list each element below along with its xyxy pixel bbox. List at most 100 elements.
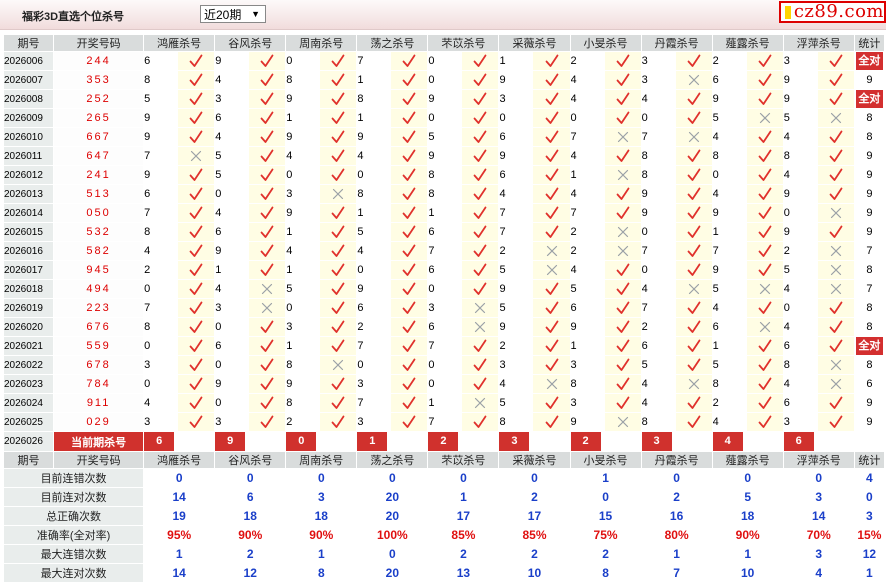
check-icon: [189, 54, 203, 67]
check-icon: [616, 339, 629, 352]
period-cell: 2026016: [2, 241, 55, 261]
check-icon: [545, 358, 558, 371]
check-icon: [758, 54, 772, 67]
check-icon: [260, 111, 274, 124]
cross-icon: [617, 131, 628, 143]
col-expert: 小旻杀号: [569, 34, 642, 52]
check-icon: [616, 320, 629, 333]
kill-value-cell: 4: [782, 165, 818, 185]
result-mark-cell: [319, 336, 358, 356]
period-range-select[interactable]: 近20期 ▼: [200, 5, 266, 23]
result-mark-cell: [319, 241, 358, 261]
check-icon: [331, 111, 345, 124]
check-icon: [402, 244, 416, 257]
result-mark-cell: [674, 127, 713, 147]
result-mark-cell: [319, 222, 358, 242]
kill-value-cell: 4: [214, 279, 250, 299]
check-icon: [758, 244, 772, 257]
result-mark-cell: [532, 374, 571, 394]
result-mark-cell: [816, 374, 855, 394]
current-kill-badge: 1: [357, 432, 388, 451]
check-icon: [331, 396, 345, 409]
check-icon: [402, 396, 416, 409]
cross-icon: [830, 245, 841, 257]
kill-value-cell: 5: [711, 108, 747, 128]
result-mark-cell: [390, 241, 429, 261]
check-icon: [758, 206, 772, 219]
check-icon: [402, 263, 416, 276]
check-icon: [402, 415, 416, 428]
header-row: 期号 开奖号码 鸿雁杀号 谷风杀号 周南杀号 荡之杀号 芣苡杀号 采薇杀号 小旻杀号 丹霞杀号 薤露…: [2, 34, 886, 52]
stats-value-cell: 0: [214, 468, 287, 488]
stat-cell: 7: [853, 279, 886, 299]
current-kill-badge: 6: [144, 432, 175, 451]
cross-icon: [617, 245, 628, 257]
result-mark-cell: [319, 203, 358, 223]
kill-value-cell: 0: [214, 355, 250, 375]
check-icon: [616, 396, 629, 409]
result-mark-cell: [603, 317, 642, 337]
current-kill-cell: 6: [782, 431, 855, 452]
site-logo[interactable]: cz89.com: [779, 1, 886, 23]
cross-icon: [546, 264, 557, 276]
check-icon: [758, 168, 772, 181]
check-icon: [616, 187, 629, 200]
check-icon: [260, 130, 274, 143]
result-mark-cell: [532, 317, 571, 337]
current-kill-badge: 3: [499, 432, 530, 451]
check-icon: [189, 415, 203, 428]
kill-value-cell: 4: [782, 374, 818, 394]
kill-value-cell: 1: [356, 108, 392, 128]
current-kill-label: 当前期杀号: [53, 431, 145, 452]
stat-cell: 全对: [853, 51, 886, 71]
check-icon: [474, 263, 487, 276]
stats-value-cell: 1: [143, 544, 216, 564]
check-icon: [331, 282, 345, 295]
kill-value-cell: 4: [498, 184, 534, 204]
kill-value-cell: 0: [640, 108, 676, 128]
kill-value-cell: 0: [427, 70, 463, 90]
kill-value-cell: 4: [711, 298, 747, 318]
check-icon: [829, 415, 843, 428]
check-icon: [260, 206, 274, 219]
check-icon: [474, 358, 487, 371]
stats-row: 准确率(全对率) 95% 90% 90% 100% 85% 85% 75% 80% 90% 70% 1…: [2, 525, 886, 545]
period-cell: 2026007: [2, 70, 55, 90]
table-row: 2026016 582 4 9 4 4 7 2 2 7 7 2 7: [2, 241, 886, 261]
draw-number-cell: 265: [53, 108, 145, 128]
check-icon: [545, 282, 558, 295]
result-mark-cell: [248, 165, 287, 185]
check-icon: [829, 149, 843, 162]
kill-value-cell: 9: [782, 184, 818, 204]
stats-value-cell: 0: [143, 468, 216, 488]
kill-value-cell: 6: [640, 336, 676, 356]
kill-value-cell: 6: [143, 51, 179, 71]
table-row: 2026018 494 0 4 5 9 0 9 5 4 5 4 7: [2, 279, 886, 299]
kill-value-cell: 7: [711, 241, 747, 261]
result-mark-cell: [177, 393, 216, 413]
kill-value-cell: 8: [498, 412, 534, 432]
result-mark-cell: [816, 184, 855, 204]
result-mark-cell: [390, 260, 429, 280]
check-icon: [331, 54, 345, 67]
current-period-row: 2026026 当前期杀号 6 9 0 1 2 3 2 3 4 6: [2, 431, 886, 452]
kill-value-cell: 0: [214, 393, 250, 413]
check-icon: [260, 377, 274, 390]
check-icon: [616, 301, 629, 314]
kill-value-cell: 4: [569, 89, 605, 109]
check-icon: [402, 149, 416, 162]
stats-value-cell: 18: [711, 506, 784, 526]
check-icon: [260, 54, 274, 67]
result-mark-cell: [248, 146, 287, 166]
cross-icon: [191, 150, 202, 162]
result-mark-cell: [390, 298, 429, 318]
kill-value-cell: 0: [640, 222, 676, 242]
kill-value-cell: 9: [214, 374, 250, 394]
kill-value-cell: 9: [214, 51, 250, 71]
col-expert: 浮萍杀号: [782, 451, 855, 469]
col-expert: 荡之杀号: [356, 34, 429, 52]
result-mark-cell: [603, 279, 642, 299]
result-mark-cell: [390, 51, 429, 71]
result-mark-cell: [461, 336, 500, 356]
stats-value-cell: 18: [214, 506, 287, 526]
